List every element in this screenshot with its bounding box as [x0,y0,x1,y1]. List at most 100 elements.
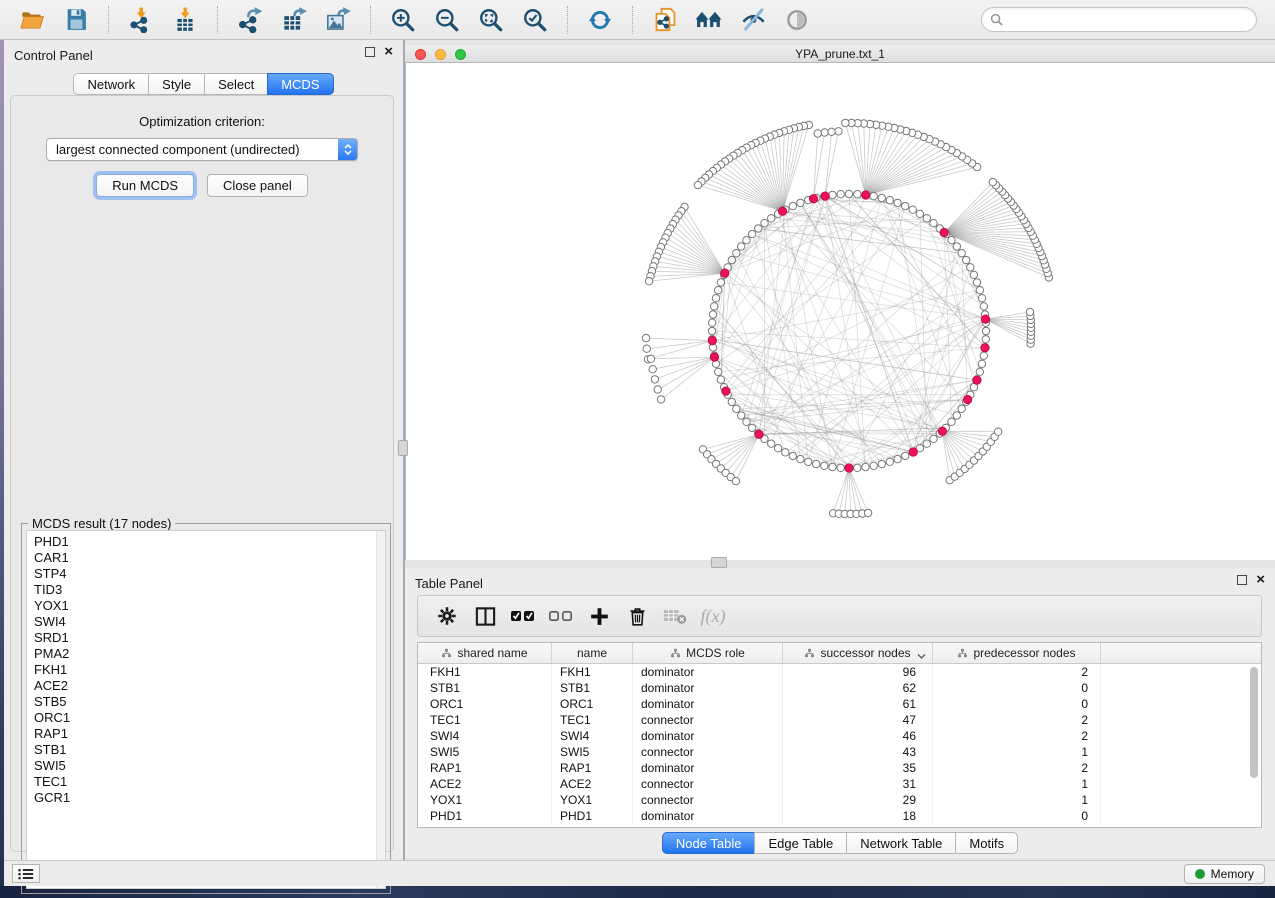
mcds-result-item[interactable]: YOX1 [34,598,385,614]
column-header-shared-name[interactable]: shared name [418,643,552,663]
mcds-result-item[interactable]: CAR1 [34,550,385,566]
list-icon [18,867,34,881]
table-cell: 2 [933,664,1101,680]
tab-node-table[interactable]: Node Table [662,832,756,854]
table-cell: TEC1 [552,712,633,728]
table-cell: connector [633,776,783,792]
import-table-icon[interactable] [170,5,200,35]
mcds-result-item[interactable]: STP4 [34,566,385,582]
export-table-icon[interactable] [279,5,309,35]
table-cell [1101,776,1261,792]
window-maximize-icon[interactable] [455,49,466,60]
close-panel-button[interactable]: Close panel [207,174,308,197]
mcds-result-item[interactable]: PHD1 [34,534,385,550]
mcds-result-item[interactable]: TEC1 [34,774,385,790]
refresh-icon[interactable] [585,5,615,35]
table-row[interactable]: FKH1FKH1dominator962 [418,664,1261,680]
mcds-result-item[interactable]: ORC1 [34,710,385,726]
tab-network-table[interactable]: Network Table [846,832,956,854]
export-image-icon[interactable] [323,5,353,35]
table-cell: 18 [783,808,933,824]
close-table-panel-icon[interactable]: × [1256,575,1265,585]
function-builder-icon-disabled: f(x) [696,601,730,631]
run-mcds-button[interactable]: Run MCDS [96,174,194,197]
memory-label: Memory [1211,867,1254,881]
mcds-result-item[interactable]: TID3 [34,582,385,598]
vertical-splitter-grip[interactable] [398,440,408,456]
mcds-result-item[interactable]: FKH1 [34,662,385,678]
hide-selected-eye-icon[interactable] [738,5,768,35]
table-row[interactable]: ORC1ORC1dominator610 [418,696,1261,712]
column-header-name[interactable]: name [552,643,633,663]
criterion-dropdown[interactable]: largest connected component (undirected) [46,138,358,161]
tab-edge-table[interactable]: Edge Table [754,832,847,854]
table-row[interactable]: TEC1TEC1connector472 [418,712,1261,728]
close-panel-icon[interactable]: × [384,47,393,57]
table-cell: TEC1 [418,712,552,728]
tab-mcds[interactable]: MCDS [267,73,333,95]
show-column-panel-icon[interactable] [468,601,502,631]
mcds-result-item[interactable]: STB5 [34,694,385,710]
table-row[interactable]: SWI4SWI4dominator462 [418,728,1261,744]
zoom-fit-icon[interactable] [476,5,506,35]
mcds-result-item[interactable]: RAP1 [34,726,385,742]
memory-button[interactable]: Memory [1184,864,1265,884]
add-column-icon[interactable] [582,601,616,631]
open-session-icon[interactable] [17,5,47,35]
table-cell: SWI4 [552,728,633,744]
export-network-icon[interactable] [235,5,265,35]
table-row[interactable]: ACE2ACE2connector311 [418,776,1261,792]
table-scrollbar-thumb[interactable] [1250,667,1258,778]
search-input[interactable] [1008,13,1248,27]
table-cell: SWI5 [418,744,552,760]
show-hidden-eye-icon[interactable] [782,5,812,35]
table-options-gear-icon[interactable] [430,601,464,631]
table-row[interactable]: STB1STB1dominator620 [418,680,1261,696]
tab-motifs[interactable]: Motifs [955,832,1018,854]
column-header-successor-nodes[interactable]: successor nodes [783,643,933,663]
column-header-mcds-role[interactable]: MCDS role [633,643,783,663]
float-panel-icon[interactable] [365,47,375,57]
table-row[interactable]: YOX1YOX1connector291 [418,792,1261,808]
mcds-result-item[interactable]: GCR1 [34,790,385,806]
horizontal-splitter[interactable] [405,560,1275,568]
mcds-result-item[interactable]: STB1 [34,742,385,758]
zoom-in-icon[interactable] [388,5,418,35]
table-row[interactable]: PHD1PHD1dominator180 [418,808,1261,824]
mcds-result-item[interactable]: ACE2 [34,678,385,694]
mcds-result-group: MCDS result (17 nodes) PHD1CAR1STP4TID3Y… [21,523,391,894]
delete-column-trash-icon[interactable] [620,601,654,631]
network-window-titlebar[interactable]: YPA_prune.txt_1 [405,45,1275,63]
mcds-result-item[interactable]: SWI5 [34,758,385,774]
tab-style[interactable]: Style [148,73,205,95]
table-row[interactable]: RAP1RAP1dominator352 [418,760,1261,776]
sort-chevron-icon[interactable] [917,649,926,663]
import-network-icon[interactable] [126,5,156,35]
horizontal-splitter-grip[interactable] [711,557,727,568]
mcds-result-item[interactable]: SWI4 [34,614,385,630]
network-canvas[interactable] [405,63,1275,560]
table-header-row: shared name name MCDS role successor nod… [418,643,1261,664]
task-history-button[interactable] [12,864,40,883]
tab-network[interactable]: Network [73,73,149,95]
window-close-icon[interactable] [415,49,426,60]
zoom-out-icon[interactable] [432,5,462,35]
float-table-panel-icon[interactable] [1237,575,1247,585]
window-minimize-icon[interactable] [435,49,446,60]
select-all-icon[interactable] [506,601,540,631]
column-header-predecessor-nodes[interactable]: predecessor nodes [933,643,1101,663]
table-cell: dominator [633,728,783,744]
node-table-body: FKH1FKH1dominator962STB1STB1dominator620… [418,664,1261,824]
mcds-result-item[interactable]: PMA2 [34,646,385,662]
mcds-result-item[interactable]: SRD1 [34,630,385,646]
houses-icon[interactable] [694,5,724,35]
save-session-icon[interactable] [61,5,91,35]
zoom-selected-icon[interactable] [520,5,550,35]
tab-select[interactable]: Select [204,73,268,95]
deselect-all-icon[interactable] [544,601,578,631]
clone-network-icon[interactable] [650,5,680,35]
mcds-result-scrollbar[interactable] [376,531,385,888]
cytoscape-app: Control Panel × Network Style Select MCD… [0,0,1275,886]
table-row[interactable]: SWI5SWI5connector431 [418,744,1261,760]
table-cell [1101,728,1261,744]
